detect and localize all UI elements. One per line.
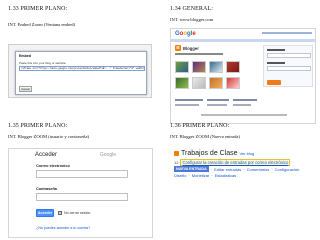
monetize-link[interactable]: Monetizar [192,173,210,178]
panel-4-heading: 1.36 PRIMER PLANO: [170,123,230,129]
top-links[interactable] [262,32,312,34]
feature-text [207,104,227,106]
template-thumbnails [175,61,240,89]
view-blog-link[interactable]: Ver blog [240,151,255,156]
settings-link[interactable]: Configuración [275,167,300,172]
blog-actions: NUEVA ENTRADA · Editar entradas · Coment… [174,166,299,172]
email-posting-link[interactable]: Configurar la creación de entradas por c… [180,159,291,166]
panel-4: 1.36 PRIMER PLANO: INT. Blogger ZOOM (Nu… [170,123,316,188]
embed-screenshot: Embed Paste this into your blog or websi… [8,44,152,98]
embed-dialog: Embed Paste this into your blog or websi… [15,51,147,95]
password-label: Contraseña [36,187,57,191]
sign-in-button[interactable]: Acceder [36,209,54,217]
separator: · [271,166,273,172]
separator: · [210,166,213,172]
panel-3: 1.35 PRIMER PLANO: INT. Blogger ZOOM (us… [8,123,153,238]
help-link[interactable]: ¿No puedes acceder a tu cuenta? [36,226,90,230]
header-bar [171,39,315,42]
edit-posts-link[interactable]: Editar entradas [214,167,241,172]
blogger-tagline [175,53,223,55]
login-label [267,49,285,51]
panel-2-heading: 1.34 GENERAL: [170,6,213,12]
separator: · [188,173,190,178]
blogger-brand: B Blogger [175,45,199,51]
login-title: Acceder [35,152,58,158]
embed-dialog-title: Embed [19,54,31,58]
dashboard-screenshot: Trabajos de Clase Ver blog 12 Configurar… [170,148,316,188]
panel-3-heading: 1.35 PRIMER PLANO: [8,123,68,129]
panel-1: 1.33 PRIMER PLANO: INT. Embed Zoom (Vent… [8,6,153,98]
login-screenshot: Acceder Google Correo electrónico Contra… [8,148,153,238]
feature-text [175,99,203,101]
cancel-button[interactable]: Cancel [19,86,32,92]
template-thumbnail[interactable] [192,77,206,89]
template-thumbnail[interactable] [192,61,206,73]
feature-text [207,99,229,101]
panel-3-caption: INT. Blogger ZOOM (usuario y contraseña) [8,134,90,139]
panel-1-heading: 1.33 PRIMER PLANO: [8,6,68,12]
separator: · [211,173,213,178]
blogger-icon: B [175,45,181,51]
google-logo: Google [175,31,196,37]
password-field[interactable] [267,66,311,71]
comments-link[interactable]: Comentarios [247,167,270,172]
footer-text [201,114,287,116]
feature-text [233,104,251,106]
design-link[interactable]: Diseño [174,173,186,178]
panel-1-caption: INT. Embed Zoom (Ventana embed) [8,22,76,27]
remember-label: No cerrar sesión [64,211,91,215]
template-thumbnail[interactable] [209,61,223,73]
new-post-button[interactable]: NUEVA ENTRADA [174,166,209,172]
blog-actions-row2: Diseño · Monetizar · Estadísticas [174,173,236,178]
post-count: 12 [174,160,179,165]
email-posting-row: 12 Configurar la creación de entradas po… [174,159,291,166]
panel-2-caption: INT. www.blogger.com [170,17,214,22]
login-panel [263,45,313,87]
blogger-screenshot: Google B Blogger [170,28,316,124]
email-field[interactable] [267,53,311,58]
checkmark-icon[interactable]: ✓ [58,211,62,215]
email-input[interactable] [36,170,128,178]
google-wordmark: Google [99,152,116,158]
blogger-name: Blogger [183,45,199,51]
embed-instruction: Paste this into your blog or website: [19,61,67,65]
blogger-icon [174,151,179,156]
blog-header: Trabajos de Clase Ver blog [174,150,254,157]
stats-link[interactable]: Estadísticas [215,173,237,178]
blog-title[interactable]: Trabajos de Clase [181,150,238,157]
password-input[interactable] [36,193,128,201]
template-thumbnail[interactable] [226,61,240,73]
email-label: Correo electrónico [36,164,70,168]
template-thumbnail[interactable] [209,77,223,89]
separator: · [243,166,245,172]
template-thumbnail[interactable] [175,77,189,89]
panel-2: 1.34 GENERAL: INT. www.blogger.com Googl… [170,6,316,124]
sign-in-button[interactable] [267,80,281,85]
panel-4-caption: INT. Blogger ZOOM (Nueva entrada) [170,134,240,139]
embed-code-field[interactable]: <iframe src="https://docs.google.com/pre… [19,66,145,71]
google-logo-letter: e [192,31,196,37]
template-thumbnail[interactable] [226,77,240,89]
feature-text [175,104,199,106]
template-thumbnail[interactable] [175,61,189,73]
feature-text [233,99,257,101]
password-label [267,62,285,64]
